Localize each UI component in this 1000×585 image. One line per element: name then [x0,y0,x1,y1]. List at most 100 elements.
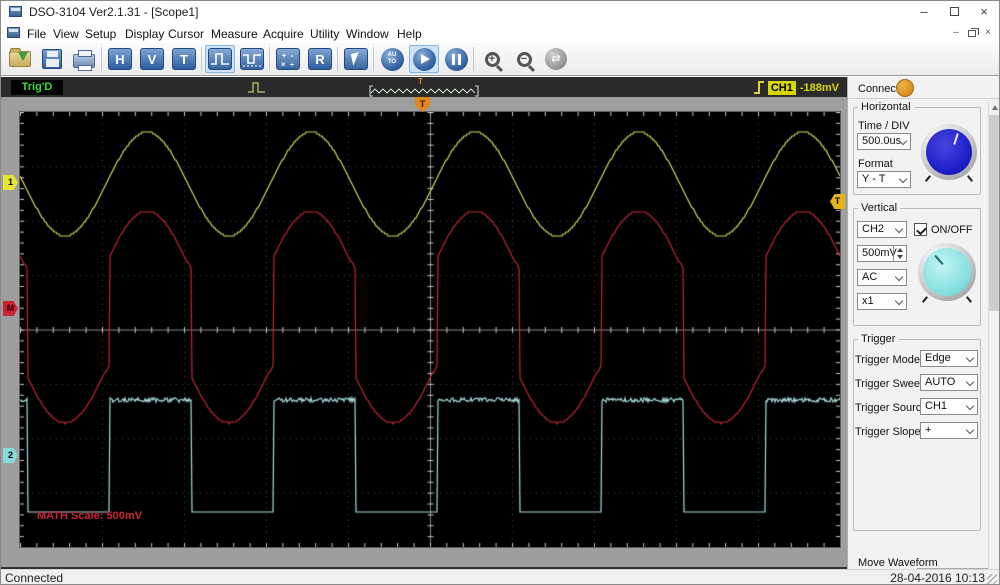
menu-view[interactable]: View [49,26,83,42]
vertical-knob-face [923,248,971,296]
vertical-knob[interactable] [918,243,976,301]
close-button[interactable]: × [969,1,999,23]
format-label: Format [858,158,893,170]
run-button[interactable] [409,45,439,73]
ch1-level-marker[interactable]: 1 [3,175,18,190]
trigger-time-marker[interactable]: T [415,97,430,112]
trigger-slope-select[interactable]: + [920,422,978,439]
channel-select[interactable]: CH2 [857,221,907,238]
refresh-icon: ⇄ [545,48,567,70]
trigger-sweep-select[interactable]: AUTO [920,374,978,391]
maximize-button[interactable] [939,1,969,23]
format-select[interactable]: Y - T [857,171,911,188]
trigger-group-title: Trigger [858,333,898,345]
volt-scale-value: 500mV [862,247,897,259]
cursor-arrow-icon [344,48,368,70]
open-button[interactable] [5,45,35,73]
trigger-sweep-label: Trigger Sweep [855,378,926,390]
pause-button[interactable] [441,45,471,73]
time-div-label: Time / DIV [858,120,910,132]
time-div-select[interactable]: 500.0us [857,133,911,150]
document-icon [7,27,20,38]
print-button[interactable] [69,45,99,73]
trigger-source-select[interactable]: CH1 [920,398,978,415]
ch2-level-marker[interactable]: 2 [3,448,18,463]
menu-cursor[interactable]: Cursor [164,26,208,42]
chevron-down-icon [966,378,974,386]
save-floppy-icon [42,49,62,69]
chevron-down-icon [966,426,974,434]
menu-acquire[interactable]: Acquire [259,26,308,42]
menu-utility[interactable]: Utility [306,26,343,42]
t-letter-icon: T [172,48,196,70]
menu-setup[interactable]: Setup [81,26,120,42]
panel-scrollbar[interactable] [988,101,1000,579]
scrollbar-thumb[interactable] [989,115,1000,311]
vertical-system-button[interactable]: V [137,45,167,73]
pause-icon [445,48,468,71]
connect-indicator[interactable] [896,79,914,97]
trigger-mode-select[interactable]: Edge [920,350,978,367]
dual-pulse-button[interactable] [237,45,267,73]
connection-status: Connected [5,571,63,585]
spinner-buttons[interactable] [893,246,906,261]
play-icon [413,48,436,71]
volt-scale-spinner[interactable]: 500mV [857,245,907,262]
toolbar-separator [101,47,102,71]
menu-help[interactable]: Help [393,26,426,42]
trigger-mode-label: Trigger Mode [855,354,920,366]
menu-file[interactable]: File [23,26,50,42]
chevron-down-icon [966,402,974,410]
maximize-icon [950,7,959,16]
math-button[interactable]: + -× ÷ [273,45,303,73]
math-level-marker[interactable]: M [3,301,18,316]
zoom-out-button[interactable]: − [509,45,539,73]
trigger-mode-value: Edge [925,352,951,364]
math-operators-icon: + -× ÷ [276,48,300,70]
autoset-button[interactable]: AUTO [377,45,407,73]
menu-measure[interactable]: Measure [207,26,262,42]
vertical-group-title: Vertical [858,202,900,214]
zoom-out-icon: − [517,52,532,67]
trigger-readout: CH1 -188mV [754,80,839,95]
zoom-in-button[interactable]: + [477,45,507,73]
menu-window[interactable]: Window [342,26,393,42]
r-letter-icon: R [308,48,332,70]
mdi-restore-button[interactable] [965,27,979,40]
mdi-close-button[interactable]: × [981,27,995,40]
chevron-down-icon [966,354,974,362]
toolbar: H V T + -× ÷ R AUTO + − ⇄ [1,43,999,76]
single-pulse-button[interactable] [205,45,235,73]
toolbar-separator [473,47,474,71]
panel-separator [848,98,1000,99]
mdi-minimize-button[interactable]: – [949,27,963,40]
refresh-button[interactable]: ⇄ [541,45,571,73]
trigger-source-badge: CH1 [768,81,796,95]
download-arrow-icon [18,52,28,61]
channel-onoff-checkbox[interactable] [914,223,927,236]
horizontal-group-title: Horizontal [858,101,914,113]
chevron-down-icon [895,297,903,305]
probe-value: x1 [862,295,874,307]
resize-grip[interactable] [987,574,997,584]
format-value: Y - T [862,173,885,185]
menu-display[interactable]: Display [121,26,168,42]
minimize-button[interactable]: – [909,1,939,23]
save-button[interactable] [37,45,67,73]
horizontal-system-button[interactable]: H [105,45,135,73]
trigger-system-button[interactable]: T [169,45,199,73]
horizontal-knob[interactable] [921,124,977,180]
cursor-tool-button[interactable] [341,45,371,73]
app-icon [9,6,22,17]
scroll-up-icon[interactable] [989,101,1000,114]
coupling-select[interactable]: AC [857,269,907,286]
spin-down-icon [897,255,903,259]
reference-button[interactable]: R [305,45,335,73]
autoset-icon: AUTO [381,48,404,71]
probe-select[interactable]: x1 [857,293,907,310]
scope-info-bar: Trig'D T CH1 -188mV [1,77,847,97]
application-window: DSO-3104 Ver2.1.31 - [Scope1] – × File V… [0,0,1000,585]
chevron-down-icon [895,225,903,233]
scope-canvas[interactable] [19,111,841,548]
chevron-down-icon [895,273,903,281]
